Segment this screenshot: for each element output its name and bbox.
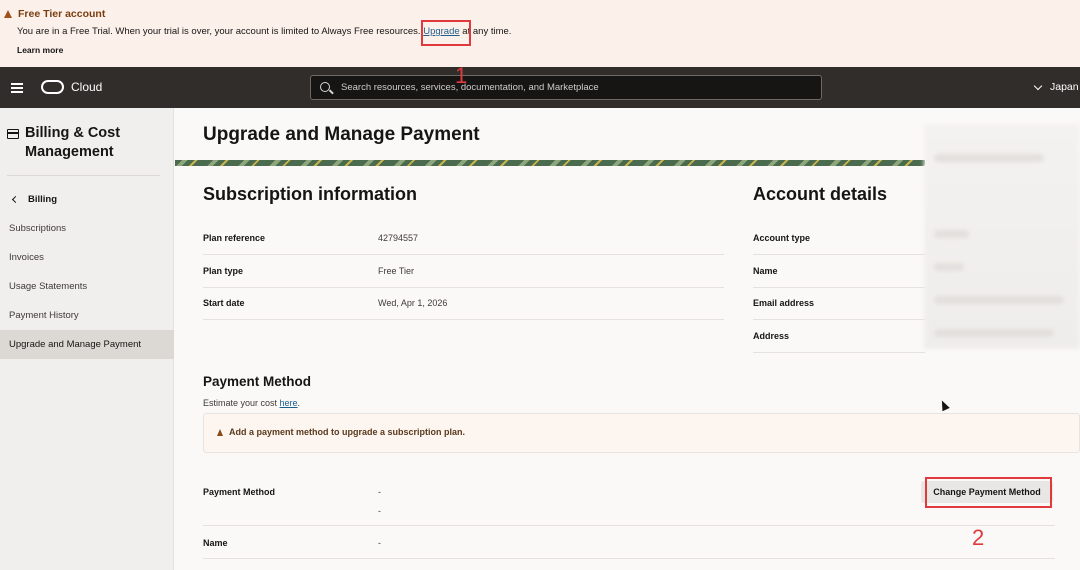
address-label: Address [753,331,790,341]
estimate-post: . [297,398,301,408]
subscription-info-title: Subscription information [203,184,417,204]
sidebar-title: Billing & Cost Management [25,125,121,160]
hamburger-menu-icon[interactable] [11,83,23,93]
account-details-title: Account details [753,184,888,204]
plan-type-label: Plan type [203,266,244,276]
payment-method-label: Payment Method [203,487,276,497]
start-date-label: Start date [203,298,245,308]
row-divider [753,254,925,255]
free-tier-banner: Free Tier account You are in a Free Tria… [0,0,1080,67]
sidebar-item-payment-history[interactable]: Payment History [0,301,174,330]
plan-reference-value: 42794557 [378,233,419,243]
row-divider [753,319,925,320]
payment-name-value: - [378,538,381,548]
row-divider [203,254,724,255]
banner-message-pre: You are in a Free Trial. When your trial… [17,26,424,37]
sidebar-item-upgrade-manage-payment[interactable]: Upgrade and Manage Payment [0,330,174,359]
payment-method-value: - [378,487,381,497]
sidebar: Billing & Cost Management Billing Subscr… [0,108,174,570]
payment-name-label: Name [203,538,228,548]
row-divider [203,525,1055,526]
start-date-value: Wed, Apr 1, 2026 [378,298,448,308]
estimate-pre: Estimate your cost [203,398,280,408]
warning-icon [217,428,223,436]
brand-label[interactable]: Cloud [71,80,102,94]
annotation-box-change-payment [925,477,1052,508]
oracle-logo-icon[interactable] [41,80,64,94]
row-divider [203,319,724,320]
row-divider [203,287,724,288]
row-divider [753,352,925,353]
search-icon [320,82,330,92]
payment-alert-text: Add a payment method to upgrade a subscr… [229,427,466,437]
banner-title: Free Tier account [4,8,105,20]
sidebar-item-usage-statements[interactable]: Usage Statements [0,272,174,301]
estimate-cost-link[interactable]: here [280,398,298,408]
search-bar[interactable] [310,75,822,100]
chevron-left-icon [11,195,20,204]
chevron-down-icon [1033,81,1043,90]
annotation-number-2: 2 [972,525,985,550]
payment-alert: Add a payment method to upgrade a subscr… [203,413,1080,453]
sidebar-header: Billing & Cost Management [7,124,145,162]
payment-alert-content: Add a payment method to upgrade a subscr… [217,427,465,437]
annotation-number-1: 1 [455,63,468,88]
sidebar-divider [7,175,160,176]
payment-method-title: Payment Method [203,374,312,389]
account-type-label: Account type [753,233,811,243]
search-input[interactable] [341,79,811,96]
top-navigation: Cloud Japan [0,67,1080,108]
payment-method-value-secondary: - [378,506,381,516]
billing-card-icon [7,129,19,139]
page-title: Upgrade and Manage Payment [203,124,480,145]
estimate-cost-text: Estimate your cost here. [203,398,300,408]
sidebar-back-label: Billing [28,194,58,205]
account-name-label: Name [753,266,778,276]
learn-more-link[interactable]: Learn more [17,45,63,55]
email-address-label: Email address [753,298,815,308]
region-label: Japan [1050,81,1079,93]
row-divider [203,558,1055,559]
plan-type-value: Free Tier [378,266,415,276]
plan-reference-label: Plan reference [203,233,266,243]
header-pattern [175,160,925,166]
warning-icon [4,10,12,18]
row-divider [753,287,925,288]
sidebar-item-subscriptions[interactable]: Subscriptions [0,214,174,243]
redacted-account-details [924,124,1080,349]
sidebar-item-invoices[interactable]: Invoices [0,243,174,272]
region-selector[interactable]: Japan [1033,81,1079,93]
annotation-box-upgrade [421,20,471,46]
banner-title-text: Free Tier account [18,8,106,20]
sidebar-back-billing[interactable]: Billing [11,194,58,205]
mouse-cursor-icon [938,398,950,412]
